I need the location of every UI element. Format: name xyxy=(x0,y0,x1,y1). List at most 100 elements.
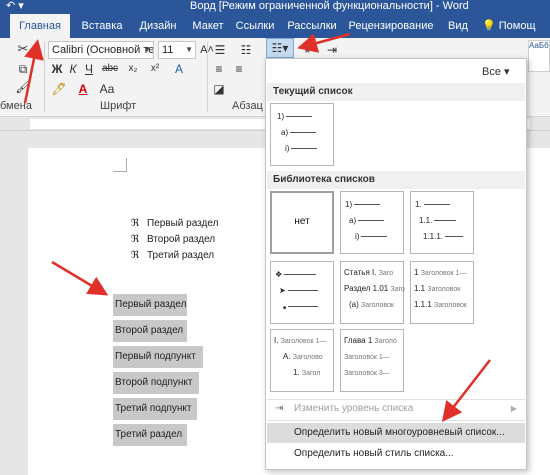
tab-layout[interactable]: Макет xyxy=(186,14,230,38)
shading-icon[interactable]: ◪ xyxy=(210,80,228,98)
define-list-style-item[interactable]: Определить новый стиль списка... xyxy=(267,444,525,464)
italic-button[interactable]: К xyxy=(66,60,80,78)
chevron-down-icon: ▼ xyxy=(185,45,193,54)
level-label: 1.1 xyxy=(414,284,426,293)
list-option-decimal[interactable]: 1. 1.1. 1.1.1. xyxy=(410,191,474,254)
decrease-indent-icon[interactable]: ⇤ xyxy=(300,41,320,59)
level-label: 1 xyxy=(414,268,419,277)
list-option-bullets[interactable]: ❖ ➤ ■ xyxy=(270,261,334,324)
level-number: 1.1. xyxy=(419,216,433,225)
define-multilevel-list-item[interactable]: Определить новый многоуровневый список..… xyxy=(267,423,525,443)
undo-icon[interactable]: ↶ ▾ xyxy=(6,0,24,12)
level-caption: Заголо xyxy=(374,338,397,345)
tab-mailings[interactable]: Рассылки xyxy=(282,14,342,38)
bullet-symbol-icon: ℜ xyxy=(131,218,140,229)
bullet-symbol-icon: ℜ xyxy=(131,250,140,261)
tab-review[interactable]: Рецензирование xyxy=(346,14,436,38)
level-number: a) xyxy=(281,128,289,137)
level-label: A. xyxy=(283,352,291,361)
bullets-icon[interactable]: ☰ xyxy=(210,41,230,59)
selected-line[interactable]: Первый подпункт xyxy=(113,346,203,368)
lightbulb-icon: 💡 xyxy=(482,20,496,32)
font-size-combo[interactable]: 11 ▼ xyxy=(158,41,196,59)
title-bar: ↶ ▾ Ворд [Режим ограниченной функциональ… xyxy=(0,0,550,14)
level-caption: Заголовок 1— xyxy=(420,270,467,277)
multilevel-list-dropdown: Все ▾ Текущий список 1) a) i) Библиотека… xyxy=(265,58,527,470)
cut-icon[interactable]: ✂ xyxy=(14,40,32,58)
level-caption: Загол xyxy=(301,370,321,377)
highlight-icon[interactable]: 🖊 xyxy=(50,80,68,98)
level-label: Глава 1 xyxy=(344,336,373,345)
tab-insert[interactable]: Вставка xyxy=(72,14,132,38)
level-caption: Заголовок xyxy=(361,302,394,309)
strikethrough-button[interactable]: abc xyxy=(100,60,120,78)
underline-button[interactable]: Ч xyxy=(82,60,96,78)
copy-icon[interactable]: ⧉ xyxy=(14,60,32,78)
line-marker xyxy=(361,236,388,238)
subscript-button[interactable]: x₂ xyxy=(124,60,142,78)
bold-button[interactable]: Ж xyxy=(50,60,64,78)
level-number: 1) xyxy=(277,112,285,121)
tab-references[interactable]: Ссылки xyxy=(232,14,278,38)
help-label: Помощ xyxy=(498,20,536,32)
filter-dropdown[interactable]: Все ▾ xyxy=(482,65,510,78)
list-library-header: Библиотека списков xyxy=(267,171,525,189)
increase-indent-icon[interactable]: ⇥ xyxy=(322,41,342,59)
level-label: I. xyxy=(274,336,279,345)
line-marker xyxy=(288,306,319,308)
level-caption: Заголовок 3— xyxy=(344,370,390,377)
current-list-header: Текущий список xyxy=(267,83,525,101)
line-marker xyxy=(434,220,457,222)
level-number: i) xyxy=(355,232,360,241)
font-group-label: Шрифт xyxy=(100,100,137,112)
window-title: Ворд [Режим ограниченной функциональност… xyxy=(190,0,469,12)
align-left-icon[interactable]: ≡ xyxy=(210,60,228,78)
list-option-none[interactable]: нет xyxy=(270,191,334,254)
line-marker xyxy=(423,204,450,206)
selected-line[interactable]: Второй подпункт xyxy=(113,372,199,394)
font-color-icon[interactable]: A xyxy=(74,80,92,98)
tab-design[interactable]: Дизайн xyxy=(134,14,182,38)
selected-line[interactable]: Третий раздел xyxy=(113,424,187,446)
font-name-value: Calibri (Основной тек xyxy=(52,44,154,56)
group-divider xyxy=(207,42,208,112)
format-painter-icon[interactable]: 🖌 xyxy=(14,78,32,96)
current-list-option[interactable]: 1) a) i) xyxy=(270,103,334,166)
superscript-button[interactable]: x² xyxy=(146,60,164,78)
tell-me-button[interactable]: 💡 Помощ xyxy=(482,14,536,38)
define-list-style-label: Определить новый стиль списка... xyxy=(294,448,454,459)
list-item-text: Второй раздел xyxy=(147,234,216,245)
list-option-paren[interactable]: 1) a) i) xyxy=(340,191,404,254)
font-name-combo[interactable]: Calibri (Основной тек ▼ xyxy=(48,41,154,59)
styles-gallery[interactable]: АаБбВ xyxy=(528,40,550,72)
list-option-article[interactable]: Статья I. Заго Раздел 1.01 Заго (a) Заго… xyxy=(340,261,405,324)
numbering-icon[interactable]: ☷ xyxy=(236,41,256,59)
define-multilevel-list-label: Определить новый многоуровневый список..… xyxy=(294,427,505,438)
list-option-chapter[interactable]: Глава 1 Заголо Заголовок 1— Заголовок 3— xyxy=(340,329,404,392)
tab-view[interactable]: Вид xyxy=(444,14,472,38)
list-option-roman[interactable]: I. Заголовок 1— A. Заголово 1. Загол xyxy=(270,329,334,392)
align-center-icon[interactable]: ≡ xyxy=(230,60,248,78)
list-item[interactable]: ℜ Второй раздел xyxy=(131,234,215,245)
multilevel-list-button[interactable]: ☷▾ xyxy=(266,38,294,58)
level-caption: Заголовок 1— xyxy=(344,354,390,361)
list-option-heading-numbering[interactable]: 1 Заголовок 1— 1.1 Заголовок 1.1.1 Загол… xyxy=(410,261,474,324)
change-case-icon[interactable]: Aa xyxy=(98,80,116,98)
text-effects-icon[interactable]: A xyxy=(170,60,188,78)
level-label: Статья I. xyxy=(344,268,377,277)
ribbon-tabs: Главная Вставка Дизайн Макет Ссылки Расс… xyxy=(0,14,550,38)
list-item[interactable]: ℜ Первый раздел xyxy=(131,218,218,229)
level-label: 1. xyxy=(293,368,300,377)
selected-line[interactable]: Первый раздел xyxy=(113,294,187,316)
line-marker xyxy=(354,204,381,206)
selected-line[interactable]: Третий подпункт xyxy=(113,398,197,420)
tab-home[interactable]: Главная xyxy=(10,14,70,38)
selected-line[interactable]: Второй раздел xyxy=(113,320,187,342)
paragraph-group-label: Абзац xyxy=(232,100,263,112)
change-list-level-item[interactable]: ⇥ Изменить уровень списка ▶ xyxy=(267,399,525,419)
line-marker xyxy=(284,274,317,276)
level-caption: Заголовок 1— xyxy=(280,338,327,345)
line-marker xyxy=(445,236,464,238)
bullet-symbol-icon: ℜ xyxy=(131,234,140,245)
list-item[interactable]: ℜ Третий раздел xyxy=(131,250,214,261)
